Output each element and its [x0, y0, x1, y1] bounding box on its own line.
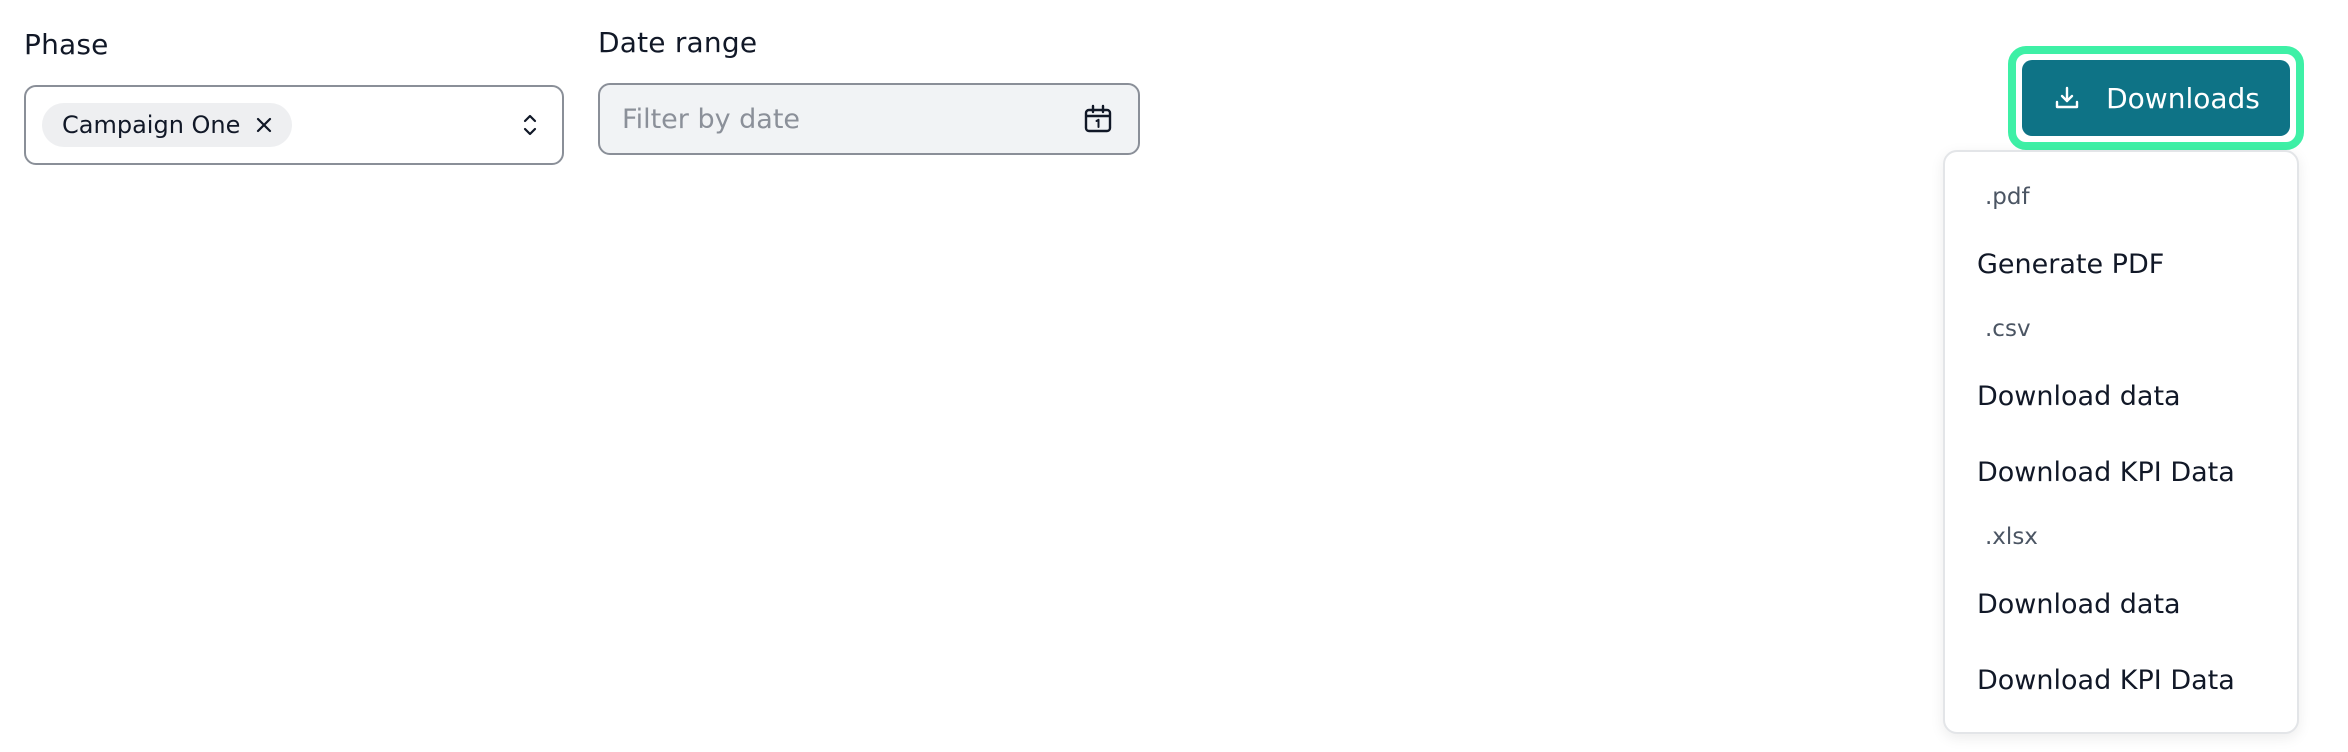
page: Phase Campaign One Date range Filter by …	[0, 0, 2348, 752]
phase-chip-label: Campaign One	[62, 111, 241, 139]
phase-select[interactable]: Campaign One	[24, 85, 564, 165]
downloads-focus-ring: Downloads	[2008, 46, 2304, 150]
menu-section-csv: .csv	[1985, 316, 2031, 342]
date-range-label: Date range	[598, 26, 758, 59]
menu-item-xlsx-download-kpi-data[interactable]: Download KPI Data	[1955, 649, 2287, 711]
phase-label: Phase	[24, 28, 109, 61]
menu-item-generate-pdf[interactable]: Generate PDF	[1955, 233, 2287, 295]
phase-chip: Campaign One	[42, 103, 293, 147]
date-range-input[interactable]	[622, 103, 1080, 135]
download-icon	[2052, 83, 2082, 113]
calendar-icon[interactable]	[1080, 101, 1116, 137]
downloads-button[interactable]: Downloads	[2022, 60, 2290, 136]
menu-item-csv-download-data[interactable]: Download data	[1955, 365, 2287, 427]
close-icon[interactable]	[252, 113, 276, 137]
chevron-up-down-icon[interactable]	[520, 110, 540, 140]
menu-item-xlsx-download-data[interactable]: Download data	[1955, 573, 2287, 635]
menu-section-xlsx: .xlsx	[1985, 524, 2038, 550]
menu-item-csv-download-kpi-data[interactable]: Download KPI Data	[1955, 441, 2287, 503]
downloads-button-label: Downloads	[2106, 81, 2260, 115]
menu-section-pdf: .pdf	[1985, 184, 2030, 210]
date-range-field	[598, 83, 1140, 155]
downloads-menu: .pdf Generate PDF .csv Download data Dow…	[1943, 150, 2299, 734]
